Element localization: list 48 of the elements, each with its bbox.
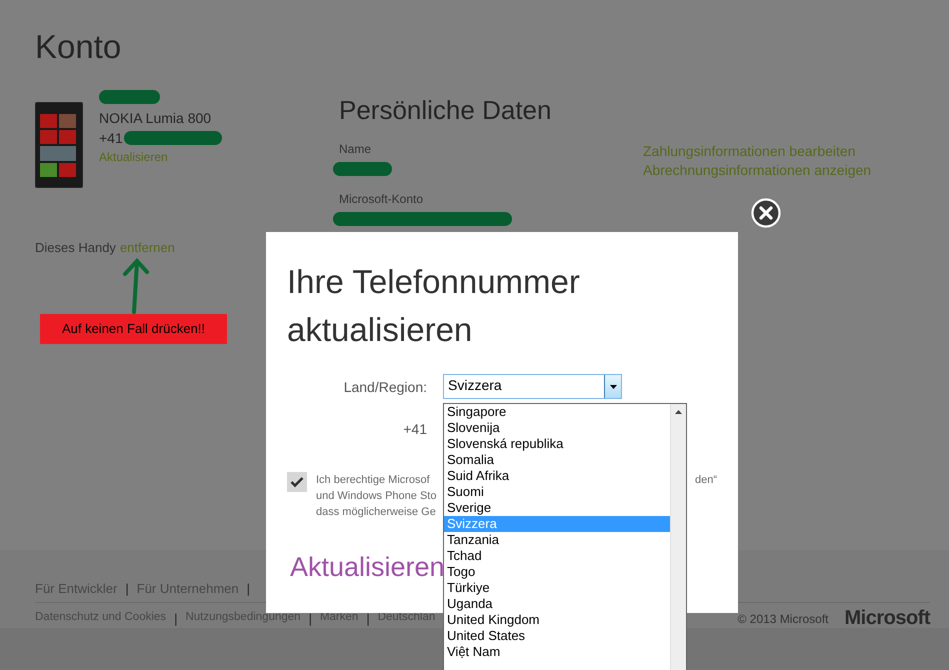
field-label: Land/Region:: [342, 378, 427, 394]
dropdown-option[interactable]: Tchad: [444, 548, 670, 564]
remove-label: Dieses Handy: [35, 240, 116, 256]
dropdown-option[interactable]: Uganda: [444, 596, 670, 612]
field-label: Microsoft-Konto: [339, 192, 424, 207]
field-label: Name: [339, 142, 372, 157]
phone-prefix: +41: [99, 129, 123, 148]
separator: |: [174, 611, 178, 626]
dropdown-caret-icon: [610, 384, 616, 388]
dial-code: +41: [402, 421, 427, 437]
check-icon: [290, 476, 304, 488]
separator: |: [308, 611, 312, 626]
warning-note: Auf keinen Fall drücken!!: [40, 314, 227, 344]
submit-link[interactable]: Aktualisieren: [290, 550, 445, 584]
dropdown-option[interactable]: Suomi: [444, 484, 670, 500]
separator: |: [246, 581, 250, 597]
dropdown-option[interactable]: United Kingdom: [444, 612, 670, 628]
dropdown-option[interactable]: Türkiye: [444, 580, 670, 596]
country-select[interactable]: Svizzera: [443, 374, 622, 399]
dropdown-option[interactable]: Slovenská republika: [444, 436, 670, 452]
consent-text: den“: [694, 473, 717, 488]
consent-text: Ich berechtige Microsof: [316, 473, 430, 488]
dropdown-option[interactable]: United States: [444, 628, 670, 644]
redaction-mark: [333, 162, 392, 176]
dropdown-option[interactable]: Suid Afrika: [444, 468, 670, 484]
arrow-drawing: [121, 258, 151, 314]
dropdown-option[interactable]: Tanzania: [444, 532, 670, 548]
dropdown-option[interactable]: Singapore: [444, 404, 670, 420]
separator: |: [366, 611, 370, 626]
section-title: Persönliche Daten: [339, 94, 552, 126]
dropdown-option[interactable]: Somalia: [444, 452, 670, 468]
dropdown-option[interactable]: Slovenija: [444, 420, 670, 436]
consent-text: und Windows Phone Sto: [316, 489, 436, 504]
redaction-mark: [99, 90, 160, 104]
scroll-up-icon[interactable]: [675, 410, 682, 414]
page-title: Konto: [35, 28, 122, 66]
dialog-title: Ihre Telefonnummer aktualisieren: [287, 262, 581, 350]
separator: |: [125, 581, 129, 597]
consent-text: dass möglicherweise Ge: [316, 505, 436, 520]
close-icon[interactable]: [751, 198, 781, 228]
scrollbar[interactable]: [670, 404, 686, 670]
device-model: NOKIA Lumia 800: [99, 109, 212, 128]
checkbox[interactable]: [287, 472, 307, 492]
dropdown-option[interactable]: Sverige: [444, 500, 670, 516]
copyright: © 2013 Microsoft: [738, 612, 828, 626]
logo: Microsoft: [844, 607, 930, 630]
dropdown-option[interactable]: Việt Nam: [444, 644, 670, 660]
dropdown-option[interactable]: Togo: [444, 564, 670, 580]
